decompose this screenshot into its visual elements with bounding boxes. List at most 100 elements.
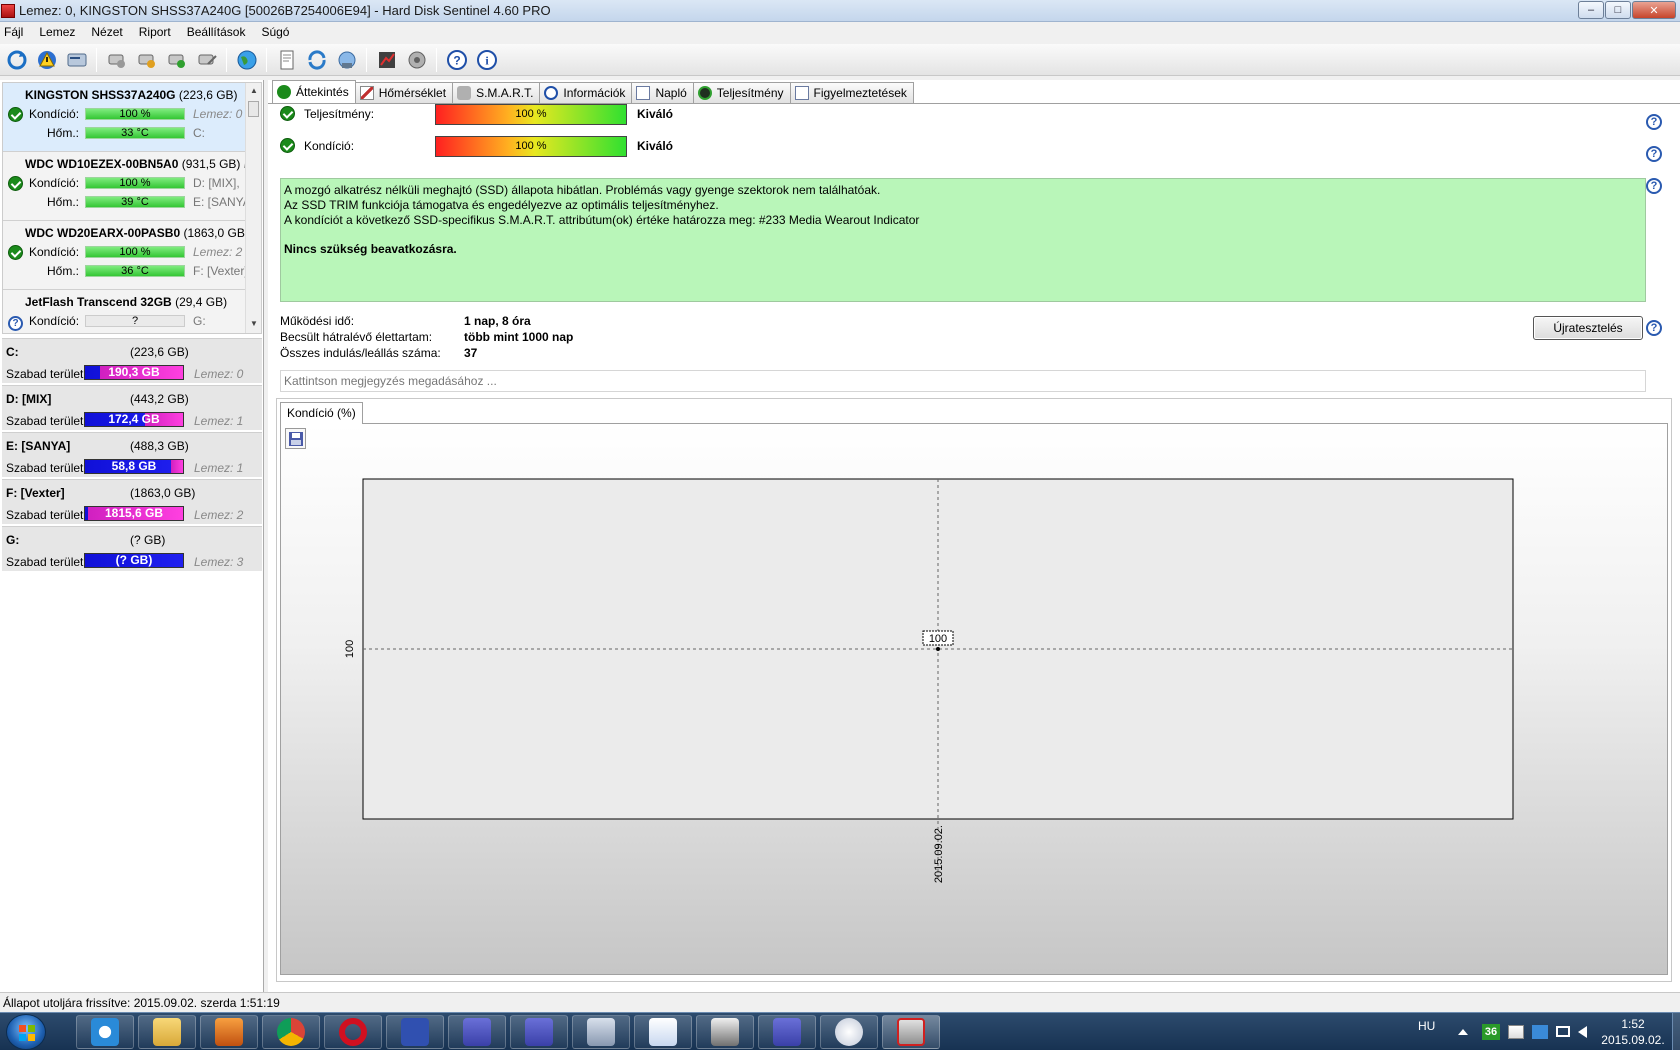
toolbar-separator (266, 47, 267, 72)
help-icon[interactable]: ? (1646, 114, 1662, 130)
menu-disk[interactable]: Lemez (39, 25, 75, 39)
volume-name: C: (6, 345, 19, 359)
tab-health-chart[interactable]: Kondíció (%) (280, 402, 363, 424)
note-input[interactable]: Kattintson megjegyzés megadásához ... (280, 370, 1646, 392)
action-center-icon[interactable] (1508, 1025, 1524, 1039)
volume-item[interactable]: F: [Vexter] (1863,0 GB) Szabad terület 1… (2, 479, 262, 525)
disk-test-2-icon[interactable] (133, 46, 160, 73)
help-icon[interactable]: ? (1646, 146, 1662, 162)
alerts-icon (794, 86, 809, 100)
free-space-label: Szabad terület (6, 508, 84, 522)
disk-info-icon[interactable] (63, 46, 90, 73)
help-icon[interactable]: ? (1646, 320, 1662, 336)
start-stop-label: Összes indulás/leállás száma: (280, 346, 441, 360)
volume-item[interactable]: G: (? GB) Szabad terület (? GB) Lemez: 3 (2, 526, 262, 572)
ok-check-icon (8, 245, 23, 260)
network-tray-icon[interactable] (1556, 1026, 1570, 1037)
hard-disk-sentinel-taskbar-icon[interactable] (882, 1015, 940, 1049)
tab-temperature[interactable]: Hőmérséklet (354, 82, 454, 103)
sound-icon[interactable] (403, 46, 430, 73)
temp-label: Hőm.: (47, 126, 80, 140)
globe-icon[interactable] (233, 46, 260, 73)
wordpad-icon[interactable] (634, 1015, 692, 1049)
disk-list-scrollbar[interactable]: ▲ ▼ (245, 83, 261, 333)
data-point (936, 647, 940, 651)
refresh-icon[interactable] (3, 46, 30, 73)
volume-item[interactable]: E: [SANYA] (488,3 GB) Szabad terület 58,… (2, 432, 262, 478)
scroll-down-icon[interactable]: ▼ (250, 319, 258, 328)
sync-icon[interactable] (303, 46, 330, 73)
disk-test-icon[interactable] (103, 46, 130, 73)
help-icon[interactable]: ? (443, 46, 470, 73)
disk-size: (29,4 GB) (175, 295, 228, 309)
volume-item[interactable]: C: (223,6 GB) Szabad terület 190,3 GB Le… (2, 338, 262, 384)
toolbar: ? i (0, 44, 1680, 76)
save-app-icon[interactable] (386, 1015, 444, 1049)
menu-file[interactable]: Fájl (4, 25, 23, 39)
windows-tray-icon[interactable] (1532, 1025, 1548, 1039)
scroll-up-icon[interactable]: ▲ (250, 86, 258, 95)
download-manager-2-icon[interactable] (510, 1015, 568, 1049)
download-manager-icon[interactable] (448, 1015, 506, 1049)
uptime-value: 1 nap, 8 óra (464, 314, 531, 328)
paint-icon[interactable] (820, 1015, 878, 1049)
clock[interactable]: 1:52 2015.09.02. (1598, 1016, 1668, 1048)
download-manager-3-icon[interactable] (758, 1015, 816, 1049)
menu-view[interactable]: Nézet (91, 25, 122, 39)
file-explorer-icon[interactable] (138, 1015, 196, 1049)
volume-size: (223,6 GB) (130, 345, 189, 359)
volume-size: (443,2 GB) (130, 392, 189, 406)
scroll-thumb[interactable] (248, 101, 259, 117)
show-desktop-button[interactable] (1672, 1013, 1680, 1050)
health-chart: 100 2015.09.02. 100 (344, 478, 1514, 883)
tab-alerts[interactable]: Figyelmeztetések (789, 82, 914, 103)
window-controls: – □ ✕ (1577, 1, 1676, 19)
media-player-icon[interactable] (200, 1015, 258, 1049)
language-indicator[interactable]: HU (1418, 1019, 1435, 1033)
menu-settings[interactable]: Beállítások (187, 25, 246, 39)
temp-bar: 33 °C (85, 127, 185, 139)
volume-icon[interactable] (1578, 1026, 1587, 1038)
retest-button[interactable]: Újratesztelés (1533, 316, 1643, 340)
tab-log[interactable]: Napló (631, 82, 694, 103)
help-icon[interactable]: ? (1646, 178, 1662, 194)
hds-tray-badge[interactable]: 36 (1482, 1024, 1500, 1040)
close-button[interactable]: ✕ (1632, 1, 1676, 19)
free-space-bar: (? GB) (84, 553, 184, 568)
start-button[interactable] (6, 1014, 46, 1050)
menu-help[interactable]: Súgó (261, 25, 289, 39)
report-icon[interactable] (273, 46, 300, 73)
chart-icon[interactable] (373, 46, 400, 73)
tab-information[interactable]: Információk (539, 82, 633, 103)
toolbar-separator (96, 47, 97, 72)
performance-bar: 100 % (435, 104, 627, 125)
tab-overview[interactable]: Áttekintés (272, 80, 356, 103)
menu-report[interactable]: Riport (139, 25, 171, 39)
chrome-icon[interactable] (262, 1015, 320, 1049)
health-verdict: Kiváló (637, 139, 674, 153)
tab-performance[interactable]: Teljesítmény (692, 82, 791, 103)
tab-label: Információk (563, 86, 626, 100)
disk-item[interactable]: WDC WD20EARX-00PASB0 (1863,0 GB) Kondíci… (3, 221, 249, 290)
volume-disk: Lemez: 2 (194, 508, 244, 522)
minimize-button[interactable]: – (1578, 1, 1604, 19)
calculator-icon[interactable] (572, 1015, 630, 1049)
tray-expand-icon[interactable] (1458, 1029, 1468, 1035)
disk-test-3-icon[interactable] (163, 46, 190, 73)
media-player-classic-icon[interactable] (696, 1015, 754, 1049)
internet-explorer-icon[interactable] (76, 1015, 134, 1049)
info-icon[interactable]: i (473, 46, 500, 73)
volume-item[interactable]: D: [MIX] (443,2 GB) Szabad terület 172,4… (2, 385, 262, 431)
tab-label: Napló (655, 86, 687, 100)
disk-item[interactable]: KINGSTON SHSS37A240G (223,6 GB) Kondíció… (3, 83, 247, 152)
opera-icon[interactable] (324, 1015, 382, 1049)
disk-number: Lemez: 0 (193, 107, 243, 121)
network-icon[interactable] (333, 46, 360, 73)
maximize-button[interactable]: □ (1605, 1, 1631, 19)
volume-name: G: (6, 533, 20, 547)
tab-smart[interactable]: S.M.A.R.T. (452, 82, 541, 103)
disk-test-4-icon[interactable] (193, 46, 220, 73)
warning-icon[interactable] (33, 46, 60, 73)
disk-item[interactable]: JetFlash Transcend 32GB (29,4 GB) ? Kond… (3, 290, 247, 333)
disk-item[interactable]: WDC WD10EZEX-00BN5A0 (931,5 GB) Le Kondí… (3, 152, 257, 221)
